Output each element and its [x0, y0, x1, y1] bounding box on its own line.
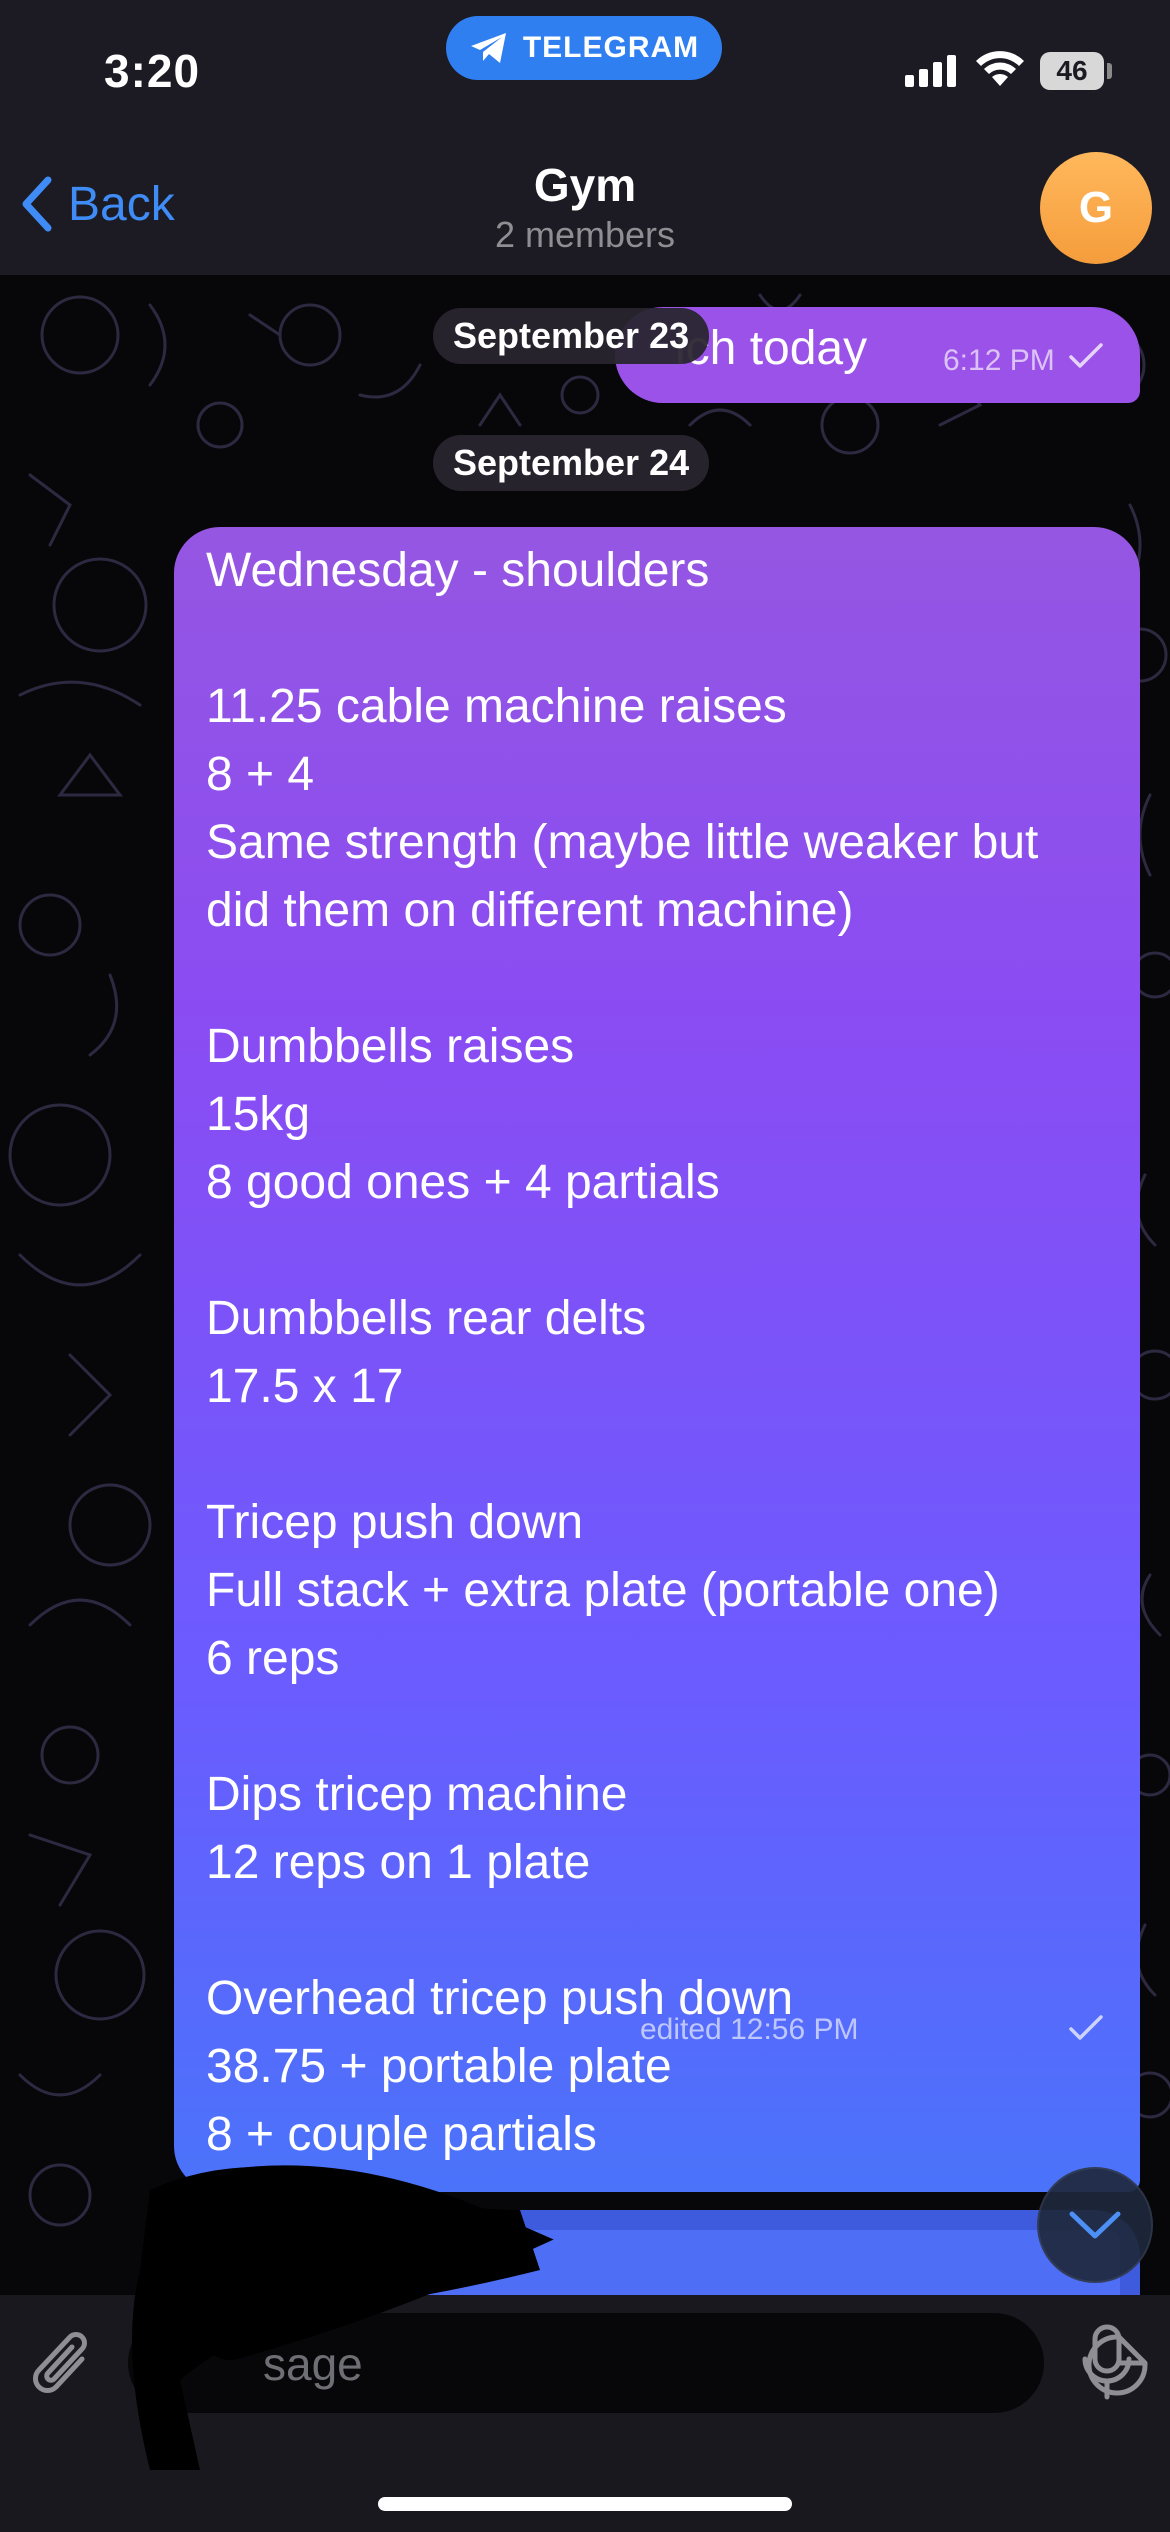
- message-line: Full stack + extra plate (portable one): [206, 1564, 1000, 1617]
- message-line: Same strength (maybe little weaker but: [206, 816, 1039, 869]
- message-line: Wednesday - shoulders: [206, 544, 710, 597]
- telegram-app-pill[interactable]: TELEGRAM: [446, 16, 722, 80]
- sent-check-icon: [1069, 343, 1103, 368]
- workout-message-bubble[interactable]: Wednesday - shoulders 11.25 cable machin…: [174, 527, 1140, 2192]
- chat-area[interactable]: ich today 6:12 PM September 23 September…: [0, 275, 1170, 2295]
- message-line: 8 + 4: [206, 748, 315, 801]
- telegram-paper-plane-icon: [470, 33, 506, 63]
- message-line: 38.75 + portable plate: [206, 2040, 672, 2093]
- message-line: did them on different machine): [206, 884, 854, 937]
- chevron-down-icon: [1069, 2211, 1121, 2239]
- battery-indicator: 46: [1040, 52, 1104, 90]
- paperclip-icon[interactable]: [30, 2325, 100, 2405]
- chat-title[interactable]: Gym: [0, 158, 1170, 212]
- status-time: 3:20: [104, 45, 201, 97]
- home-indicator: [378, 2497, 792, 2511]
- telegram-pill-label: TELEGRAM: [522, 31, 700, 64]
- message-line: 17.5 x 17: [206, 1360, 404, 1413]
- microphone-icon[interactable]: [1080, 2323, 1134, 2403]
- message-line: Dips tricep machine: [206, 1768, 628, 1821]
- previous-message-time: 6:12 PM: [943, 344, 1055, 377]
- message-line: 15kg: [206, 1088, 311, 1141]
- message-edited-time: edited 12:56 PM: [640, 2013, 859, 2046]
- date-chip-september-23: September 23: [433, 308, 710, 364]
- message-line: 8 good ones + 4 partials: [206, 1156, 720, 1209]
- message-line: 6 reps: [206, 1632, 340, 1685]
- wifi-icon: [976, 51, 1024, 86]
- message-line: Tricep push down: [206, 1496, 584, 1549]
- message-line: 12 reps on 1 plate: [206, 1836, 591, 1889]
- scroll-to-bottom-button[interactable]: [1037, 2167, 1153, 2283]
- date-chip-september-24: September 24: [433, 435, 710, 491]
- message-line: Dumbbells rear delts: [206, 1292, 647, 1345]
- sent-check-icon: [1069, 2015, 1103, 2040]
- message-line: 11.25 cable machine raises: [206, 680, 787, 733]
- group-avatar[interactable]: G: [1040, 152, 1152, 264]
- battery-tip: [1107, 63, 1112, 79]
- message-line: Dumbbells raises: [206, 1020, 575, 1073]
- chat-header: Back Gym 2 members G: [0, 140, 1170, 275]
- member-count: 2 members: [494, 214, 676, 255]
- cellular-signal-icon: [905, 55, 956, 87]
- redaction-scribble: [132, 2165, 554, 2470]
- status-bar: 3:20 TELEGRAM 46: [0, 0, 1170, 140]
